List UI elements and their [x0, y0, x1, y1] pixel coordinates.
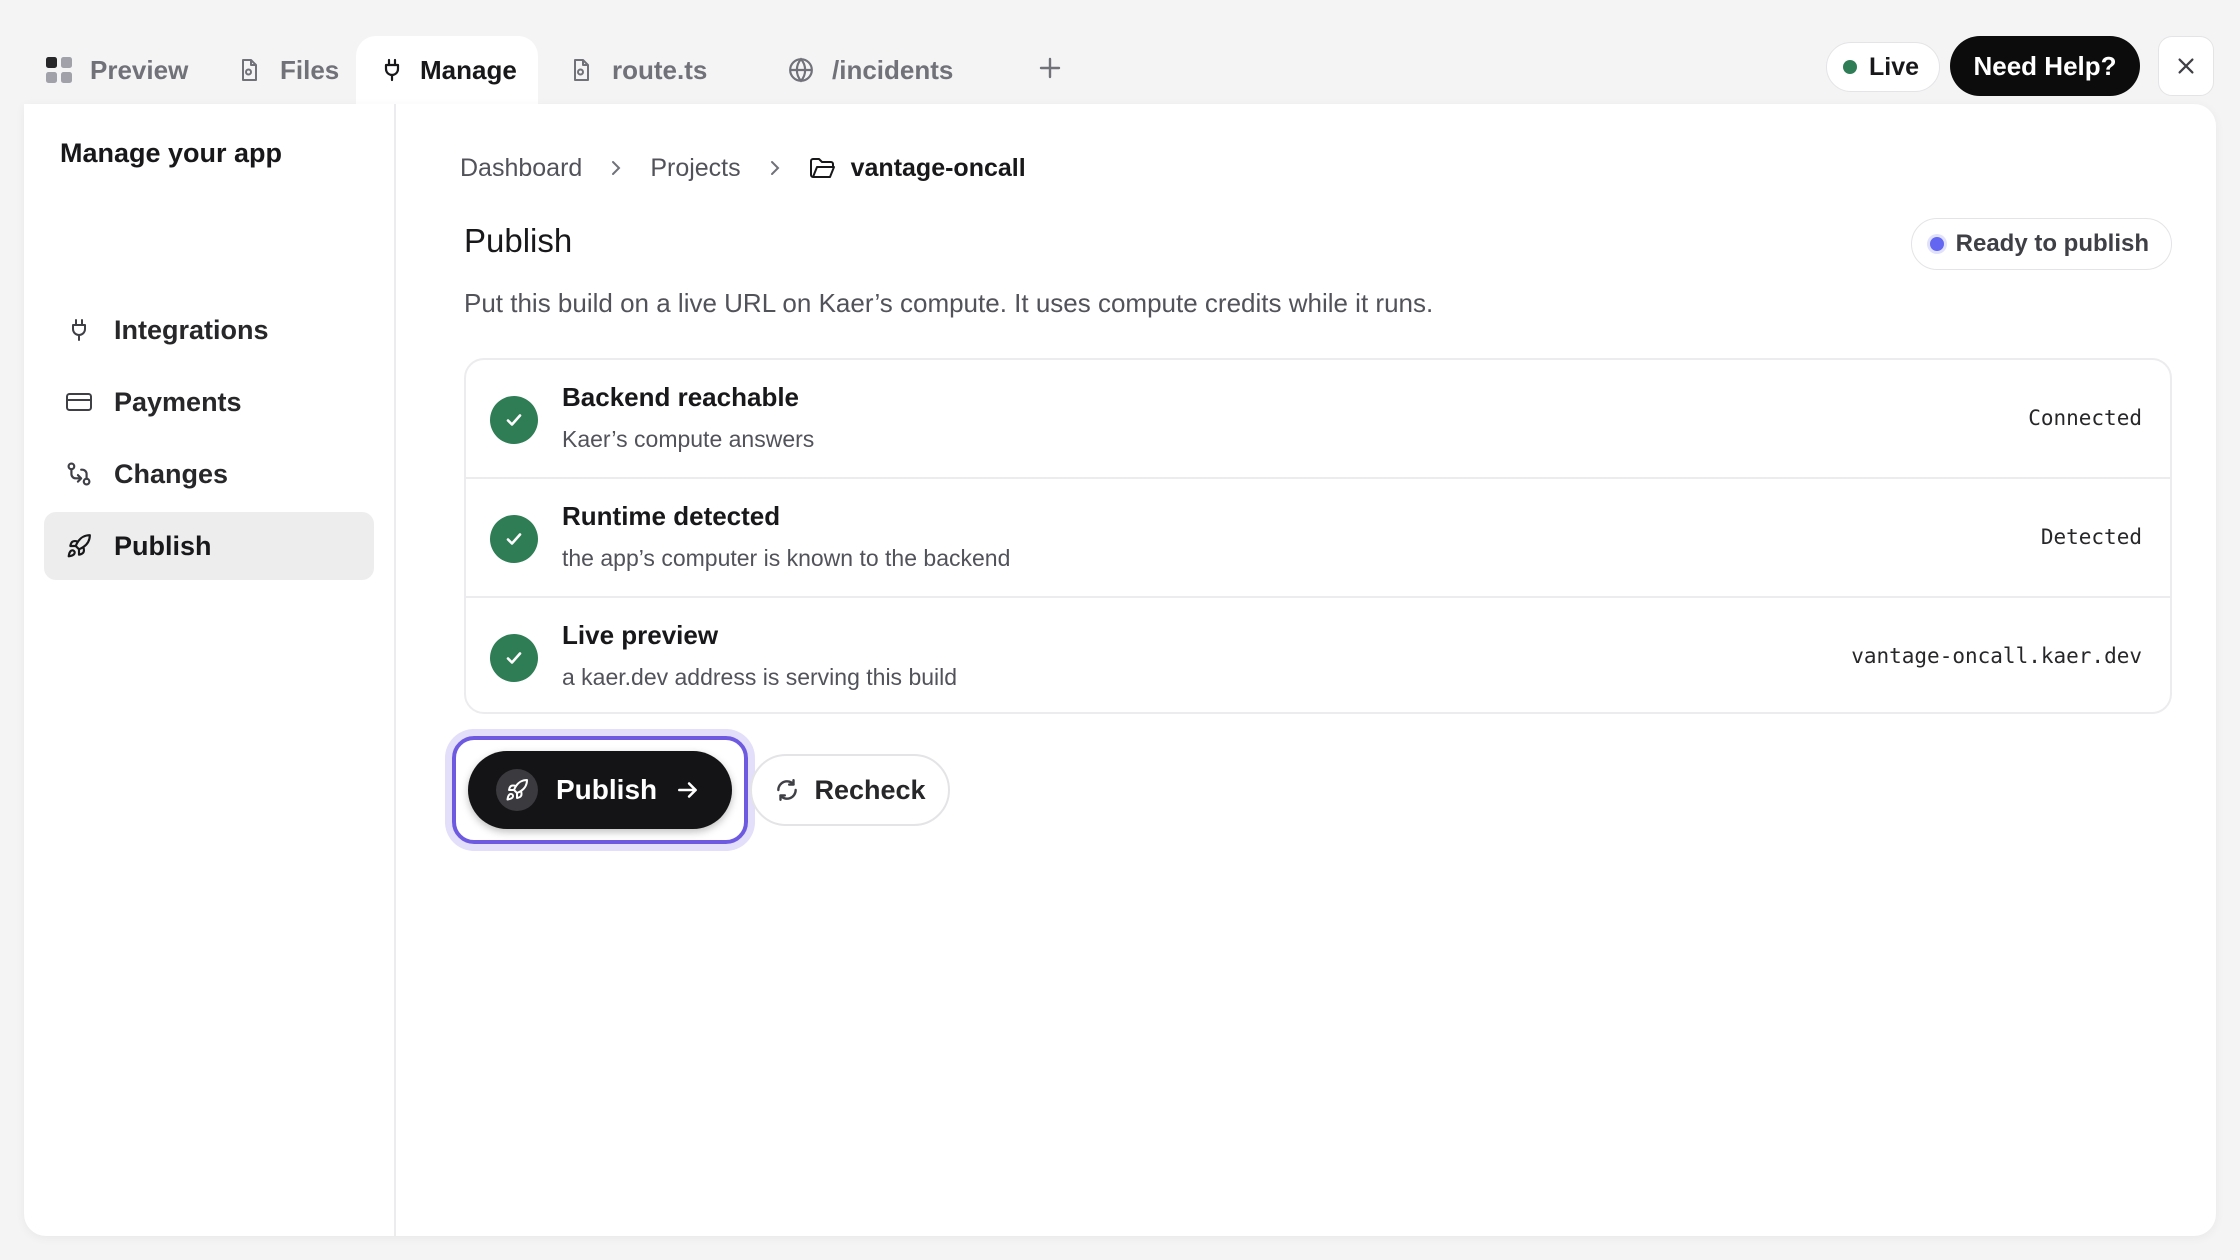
- tab-bar: Preview Files Manage route.ts /incidents…: [0, 0, 2240, 104]
- chevron-right-icon: [608, 158, 624, 178]
- publish-button[interactable]: Publish: [468, 751, 732, 829]
- check-title: Backend reachable: [562, 382, 800, 412]
- publish-button-focus-ring: Publish: [452, 736, 748, 844]
- rocket-icon: [64, 531, 94, 561]
- git-compare-icon: [64, 459, 94, 489]
- tab-label: Files: [280, 54, 340, 85]
- tab-preview[interactable]: Preview: [20, 36, 212, 104]
- check-status: Detected: [2040, 525, 2142, 549]
- check-subtitle: the app’s computer is known to the backe…: [562, 545, 1011, 571]
- file-icon: [566, 55, 596, 85]
- sidebar-item-publish[interactable]: Publish: [44, 512, 374, 580]
- tab-manage[interactable]: Manage: [356, 36, 538, 104]
- status-dot-icon: [1929, 237, 1944, 251]
- grid-icon: [44, 55, 74, 85]
- manage-panel: Manage your app Integrations Payments Ch…: [24, 104, 2216, 1236]
- live-status-pill: Live: [1826, 42, 1941, 92]
- check-row-backend: Backend reachable Kaer’s compute answers…: [466, 360, 2170, 479]
- plug-icon: [64, 315, 94, 345]
- tab-files[interactable]: Files: [210, 36, 363, 104]
- breadcrumb-dashboard[interactable]: Dashboard: [460, 154, 582, 183]
- arrow-right-icon: [675, 777, 701, 803]
- live-dot-icon: [1843, 60, 1857, 74]
- sidebar-title: Manage your app: [60, 138, 283, 168]
- check-status: vantage-oncall.kaer.dev: [1851, 644, 2142, 668]
- check-circle-icon: [490, 515, 538, 563]
- plug-icon: [380, 55, 404, 85]
- check-row-runtime: Runtime detected the app’s computer is k…: [466, 479, 2170, 598]
- status-label: Ready to publish: [1955, 230, 2149, 257]
- breadcrumb-current: vantage-oncall: [809, 154, 1026, 183]
- close-button[interactable]: [2158, 36, 2214, 96]
- sidebar-item-label: Integrations: [114, 314, 269, 345]
- publish-content: Dashboard Projects vantage-oncall Publis…: [440, 104, 2172, 1236]
- rocket-icon: [496, 769, 538, 811]
- sidebar-item-payments[interactable]: Payments: [44, 368, 374, 436]
- page-description: Put this build on a live URL on Kaer’s c…: [464, 288, 1434, 318]
- check-subtitle: Kaer’s compute answers: [562, 426, 815, 452]
- close-icon: [2178, 58, 2194, 74]
- plus-icon: [1039, 57, 1061, 79]
- recheck-button[interactable]: Recheck: [750, 754, 950, 826]
- tab-route-ts[interactable]: route.ts: [542, 36, 731, 104]
- sidebar-item-label: Publish: [114, 530, 212, 561]
- check-subtitle: a kaer.dev address is serving this build: [562, 664, 958, 690]
- status-badge: Ready to publish: [1910, 218, 2172, 270]
- page-title: Publish: [464, 222, 573, 259]
- sidebar-item-label: Payments: [114, 386, 242, 417]
- refresh-icon: [774, 777, 800, 803]
- need-help-button[interactable]: Need Help?: [1950, 36, 2140, 96]
- publish-button-label: Publish: [556, 774, 658, 805]
- chevron-right-icon: [767, 158, 783, 178]
- live-label: Live: [1869, 52, 1920, 81]
- check-title: Runtime detected: [562, 501, 781, 531]
- tab-label: /incidents: [832, 54, 954, 85]
- breadcrumb-current-label: vantage-oncall: [850, 153, 1026, 182]
- breadcrumb-projects[interactable]: Projects: [650, 154, 740, 183]
- check-title: Live preview: [562, 620, 719, 650]
- recheck-button-label: Recheck: [814, 774, 926, 805]
- check-row-live-preview: Live preview a kaer.dev address is servi…: [466, 598, 2170, 712]
- credit-card-icon: [64, 387, 94, 417]
- tab-label: Manage: [420, 54, 517, 85]
- sidebar-item-integrations[interactable]: Integrations: [44, 296, 374, 364]
- breadcrumb: Dashboard Projects vantage-oncall: [460, 148, 1026, 188]
- check-circle-icon: [490, 634, 538, 682]
- tab-label: Preview: [90, 54, 189, 85]
- folder-open-icon: [809, 156, 837, 180]
- sidebar-item-label: Changes: [114, 458, 229, 489]
- file-icon: [234, 55, 264, 85]
- tab-label: route.ts: [612, 54, 708, 85]
- new-tab-button[interactable]: [1032, 50, 1068, 86]
- sidebar: Manage your app Integrations Payments Ch…: [24, 104, 396, 1236]
- sidebar-item-changes[interactable]: Changes: [44, 440, 374, 508]
- tab-incidents[interactable]: /incidents: [762, 36, 977, 104]
- check-status: Connected: [2028, 406, 2142, 430]
- check-circle-icon: [490, 396, 538, 444]
- globe-icon: [786, 55, 816, 85]
- checks-list: Backend reachable Kaer’s compute answers…: [464, 358, 2172, 714]
